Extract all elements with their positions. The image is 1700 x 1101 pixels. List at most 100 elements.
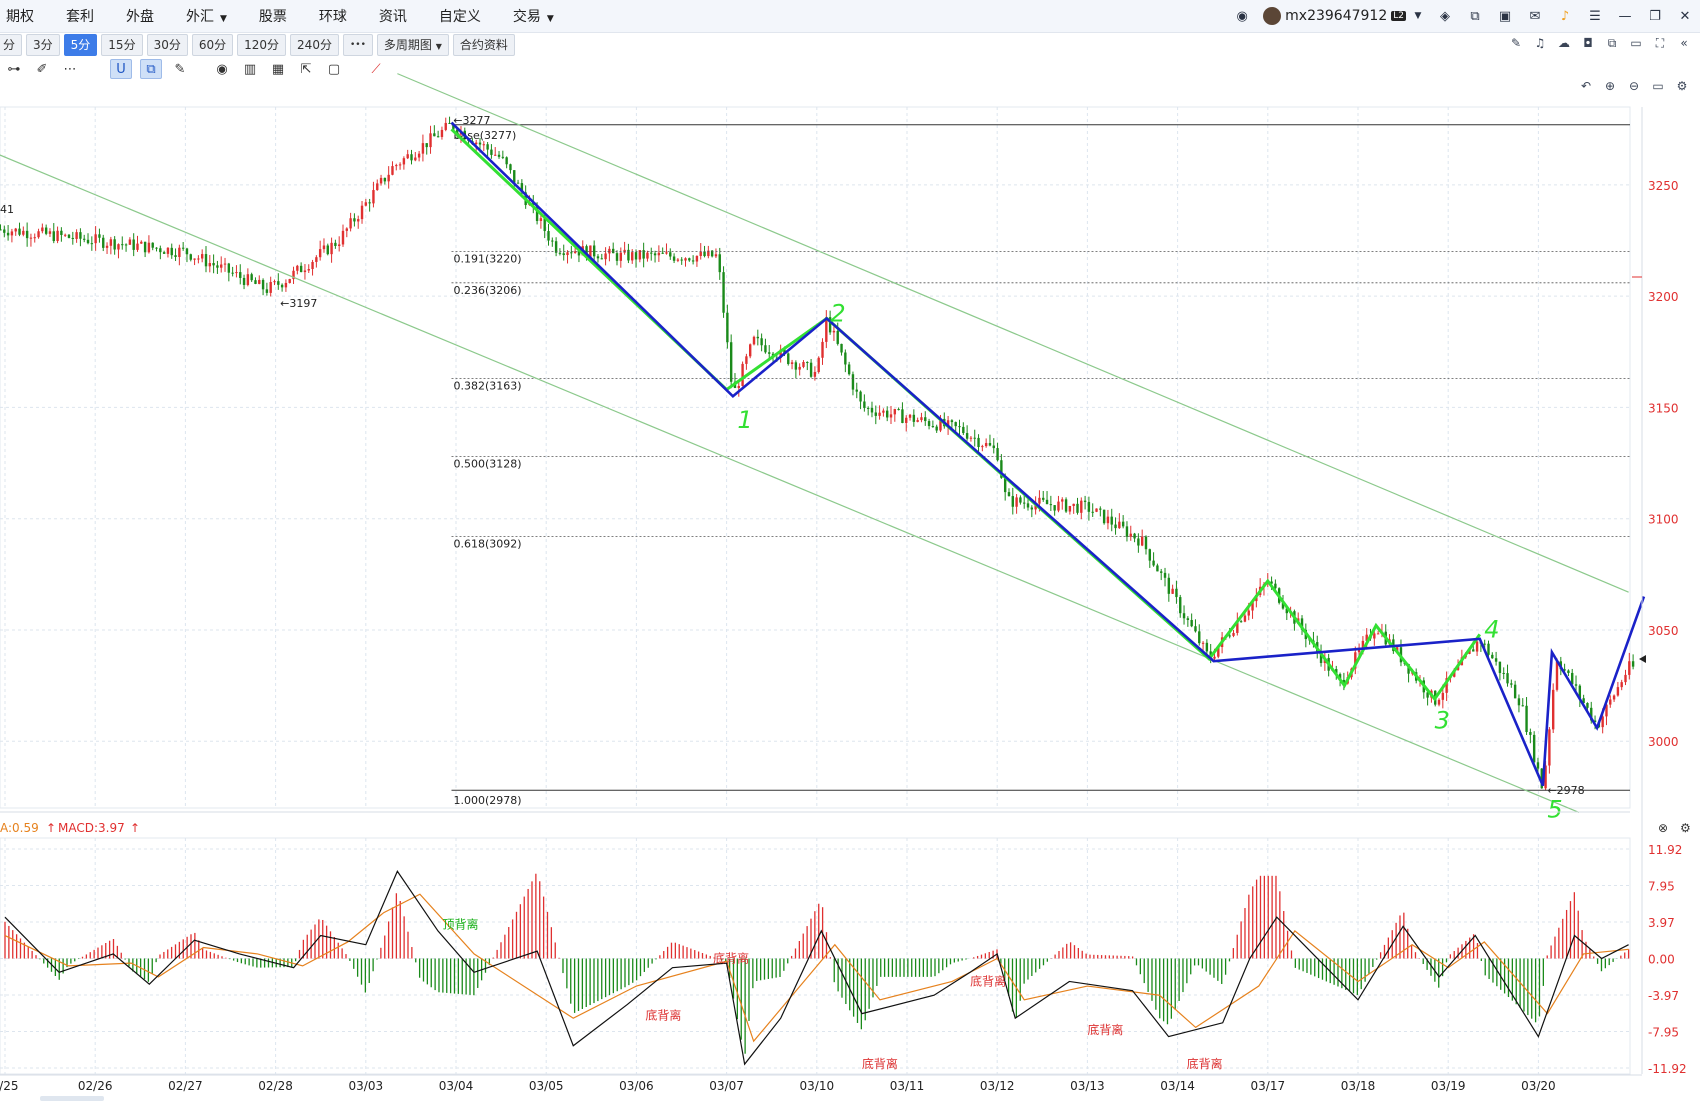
candle-up <box>745 356 748 364</box>
candle-down <box>787 353 790 364</box>
candle-down <box>280 284 284 288</box>
candle-up <box>128 239 132 245</box>
candle-down <box>497 154 501 157</box>
candle-down <box>1121 521 1125 527</box>
candle-down <box>726 312 729 343</box>
time-tick-label: 03/10 <box>800 1079 835 1093</box>
candle-up <box>1475 641 1479 652</box>
candle-down <box>927 421 931 427</box>
candle-up <box>376 183 379 191</box>
candle-up <box>878 412 881 416</box>
candle-down <box>931 426 935 428</box>
candle-down <box>433 133 436 137</box>
candle-down <box>436 136 440 138</box>
candle-up <box>908 414 912 418</box>
candle-down <box>383 177 387 182</box>
candle-up <box>1616 687 1620 696</box>
candle-down <box>1586 703 1589 708</box>
candle-up <box>1057 501 1060 511</box>
candle-down <box>1198 631 1201 644</box>
candle-up <box>1106 516 1110 524</box>
candle-down <box>18 228 21 235</box>
candle-down <box>6 232 10 236</box>
candle-down <box>764 345 767 353</box>
candle-down <box>368 202 371 204</box>
candle-down <box>1529 732 1532 735</box>
candle-down <box>1007 492 1011 497</box>
candle-up <box>311 261 314 270</box>
candle-down <box>924 417 927 422</box>
price-tick-label: 3150 <box>1648 401 1679 415</box>
chart-canvas[interactable]: ←3277←3197←2978 base(3277)0.191(3220)0.2… <box>0 0 1700 1101</box>
candle-down <box>973 437 976 439</box>
candle-down <box>334 242 337 246</box>
candle-down <box>1019 497 1022 503</box>
candle-down <box>204 254 208 267</box>
candle-up <box>916 420 919 422</box>
candle-up <box>984 443 988 447</box>
candle-up <box>619 252 623 261</box>
candle-up <box>1441 692 1445 700</box>
candle-down <box>672 256 676 261</box>
candle-up <box>360 205 364 220</box>
fib-level-label: 1.000(2978) <box>453 794 521 807</box>
candle-down <box>1502 672 1505 674</box>
candle-down <box>844 352 847 365</box>
candle-down <box>1483 643 1486 645</box>
candle-down <box>1521 705 1524 707</box>
candle-down <box>653 253 657 256</box>
candle-up <box>494 154 497 156</box>
candle-down <box>159 248 162 253</box>
candle-up <box>37 231 40 238</box>
candle-down <box>1042 497 1045 500</box>
candle-down <box>1023 502 1026 504</box>
candle-down <box>216 265 219 268</box>
time-tick-label: 02/27 <box>168 1079 203 1093</box>
candle-down <box>1137 538 1140 546</box>
candle-up <box>307 269 310 271</box>
candle-up <box>414 157 417 161</box>
candle-up <box>41 227 44 232</box>
candle-up <box>178 247 181 257</box>
candle-down <box>691 260 695 262</box>
candle-up <box>749 344 752 357</box>
wave-label: 2 <box>830 299 845 327</box>
candle-down <box>155 247 158 249</box>
divergence-label: 底背离 <box>713 951 749 966</box>
candle-up <box>387 174 390 182</box>
candle-up <box>193 258 196 260</box>
macd-tick-label: 7.95 <box>1648 879 1675 893</box>
candle-down <box>592 245 596 257</box>
candle-up <box>417 153 421 158</box>
fib-level-label: 0.382(3163) <box>453 379 521 392</box>
fib-level-label: 0.191(3220) <box>453 253 521 266</box>
candle-down <box>965 433 969 439</box>
candle-down <box>1076 503 1079 513</box>
candle-up <box>1061 499 1064 502</box>
candle-up <box>117 244 120 250</box>
candle-down <box>547 231 550 241</box>
candle-down <box>703 251 706 257</box>
candle-up <box>364 202 368 206</box>
price-tick-label: 3100 <box>1648 513 1679 527</box>
candle-up <box>136 243 139 250</box>
candle-up <box>1140 536 1144 546</box>
candle-up <box>1437 699 1441 705</box>
price-tick-label: 3050 <box>1648 624 1679 638</box>
time-tick-label: 03/14 <box>1160 1079 1195 1093</box>
candle-up <box>220 264 223 268</box>
candle-down <box>174 255 177 257</box>
candle-down <box>1144 536 1148 550</box>
macd-tick-label: -3.97 <box>1648 989 1679 1003</box>
candle-up <box>75 232 78 239</box>
candle-down <box>425 143 428 148</box>
time-tick-label: 03/04 <box>439 1079 474 1093</box>
candle-down <box>847 364 851 375</box>
candle-down <box>1049 504 1053 506</box>
candle-down <box>1160 571 1163 573</box>
time-tick-label: 03/12 <box>980 1079 1015 1093</box>
time-tick-label: 03/18 <box>1341 1079 1376 1093</box>
candle-up <box>920 417 923 421</box>
candle-down <box>977 437 980 447</box>
candle-up <box>1118 521 1121 529</box>
